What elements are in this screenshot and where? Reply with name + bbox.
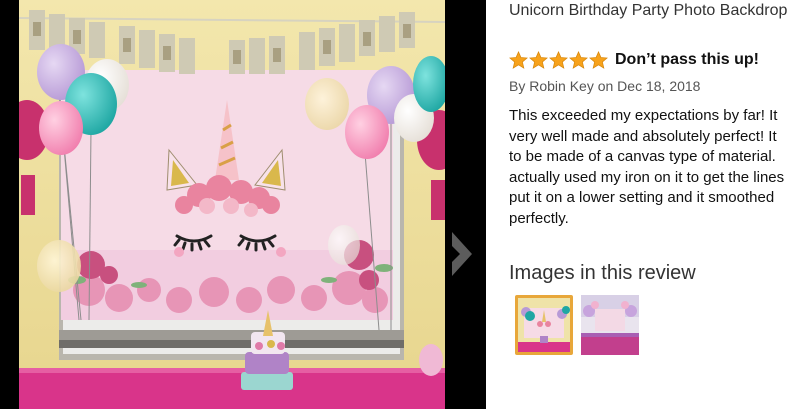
- next-image-button[interactable]: [446, 224, 476, 284]
- star-icon: [589, 51, 608, 69]
- star-rating: [509, 51, 608, 69]
- image-viewer: [0, 0, 486, 409]
- review-image-thumbnail[interactable]: [581, 295, 639, 355]
- images-section-title: Images in this review: [509, 262, 696, 284]
- product-title[interactable]: Unicorn Birthday Party Photo Backdrop: [509, 2, 787, 20]
- review-body-line: to be made of a canvas type of material.: [509, 148, 776, 165]
- review-body-line: very well made and absolutely perfect! I…: [509, 127, 777, 145]
- star-icon: [549, 51, 568, 69]
- review-panel: Unicorn Birthday Party Photo Backdrop Do…: [486, 0, 800, 409]
- review-headline: Don’t pass this up!: [615, 51, 759, 68]
- unicorn-party-photo: [19, 0, 445, 409]
- byline-prefix: By: [509, 78, 530, 94]
- review-image-thumbnail-selected[interactable]: [515, 295, 573, 355]
- review-author[interactable]: Robin Key: [529, 78, 594, 94]
- review-body-line: put it on a lower setting and it smoothe…: [509, 189, 775, 206]
- rating-row: Don’t pass this up!: [509, 51, 759, 69]
- thumbnail-unicorn-backdrop: [518, 298, 570, 352]
- review-body: This exceeded my expectations by far! It…: [509, 106, 800, 229]
- review-body-line: actually used my iron on it to get the l…: [509, 168, 785, 186]
- star-icon: [569, 51, 588, 69]
- thumbnail-party-table: [581, 295, 639, 355]
- star-icon: [509, 51, 528, 69]
- star-icon: [529, 51, 548, 69]
- review-body-line: This exceeded my expectations by far! It: [509, 107, 778, 124]
- review-body-line: perfectly.: [509, 209, 569, 227]
- review-byline: By Robin Key on Dec 18, 2018: [509, 78, 700, 94]
- review-photo: [19, 0, 445, 409]
- chevron-right-icon: [452, 232, 472, 276]
- review-date: on Dec 18, 2018: [593, 78, 701, 94]
